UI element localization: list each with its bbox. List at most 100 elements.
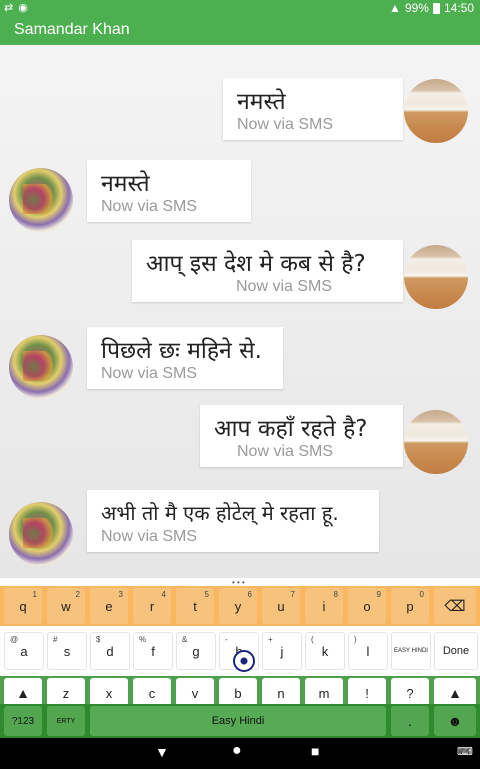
status-bar: ⇄ ◉ ▲ 99% 14:50 [0, 0, 480, 16]
key-label: Easy Hindi [211, 715, 265, 727]
key-label: k [321, 643, 329, 659]
key-label: u [277, 598, 285, 614]
home-icon[interactable]: ● [232, 742, 242, 760]
key-hint: $ [96, 635, 101, 644]
key-label: s [63, 643, 71, 659]
symbols-key[interactable]: ?123 [4, 706, 42, 736]
keyboard[interactable]: • • • q1 w2 e3 r4 t5 y6 u7 i8 o9 p0 ⌫ a @… [0, 578, 480, 738]
message-bubble[interactable]: आप कहाँ रहते है? Now via SMS [200, 405, 403, 467]
key-label: w [61, 598, 71, 614]
message-bubble[interactable]: आप् इस देश मे कब से है? Now via SMS [132, 240, 403, 302]
key-label: v [191, 685, 199, 701]
key-hint: 2 [75, 590, 80, 599]
keyboard-row-1: q1 w2 e3 r4 t5 y6 u7 i8 o9 p0 ⌫ [0, 586, 480, 626]
keyboard-switch-icon[interactable]: ⌨ [457, 745, 473, 758]
key-r[interactable]: r4 [133, 588, 171, 624]
key-label: d [106, 643, 114, 659]
key-label: y [234, 598, 242, 614]
key-k[interactable]: k( [305, 632, 345, 670]
key-label: l [366, 643, 370, 659]
message-received[interactable]: अभी तो मै एक होटेल् मे रहता हू. Now via … [0, 490, 480, 566]
my-avatar [404, 79, 468, 143]
message-list[interactable]: नमस्ते Now via SMS नमस्ते Now via SMS आप… [0, 45, 480, 578]
key-u[interactable]: u7 [262, 588, 300, 624]
easy-hindi-key[interactable]: EASY HINDI [391, 632, 431, 670]
backspace-key[interactable]: ⌫ [434, 588, 476, 624]
message-sent[interactable]: आप कहाँ रहते है? Now via SMS [0, 405, 480, 479]
key-o[interactable]: o9 [348, 588, 386, 624]
key-label: a [20, 643, 28, 659]
emoji-key[interactable]: ☻ [434, 706, 476, 736]
key-label: j [280, 643, 284, 659]
key-s[interactable]: s # [47, 632, 87, 670]
key-w[interactable]: w2 [47, 588, 85, 624]
message-text: पिछले छः महिने से. [101, 338, 262, 364]
emoji-icon: ☻ [447, 713, 463, 729]
key-i[interactable]: i8 [305, 588, 343, 624]
key-hint: 7 [290, 590, 295, 599]
message-bubble[interactable]: अभी तो मै एक होटेल् मे रहता हू. Now via … [87, 490, 379, 552]
key-hint: % [139, 635, 147, 644]
key-label: n [277, 685, 285, 701]
contact-avatar [9, 168, 73, 232]
contact-avatar [9, 335, 73, 399]
key-label: x [105, 685, 113, 701]
key-l[interactable]: l) [348, 632, 388, 670]
key-label: f [151, 643, 155, 659]
key-label: o [363, 598, 371, 614]
message-bubble[interactable]: नमस्ते Now via SMS [87, 160, 251, 222]
key-e[interactable]: e3 [90, 588, 128, 624]
key-label: c [148, 685, 156, 701]
period-key[interactable]: . [391, 706, 429, 736]
key-d[interactable]: d $ [90, 632, 130, 670]
message-bubble[interactable]: नमस्ते Now via SMS [223, 78, 403, 140]
message-sent[interactable]: आप् इस देश मे कब से है? Now via SMS [0, 240, 480, 314]
key-hint: @ [10, 635, 19, 644]
message-meta: Now via SMS [237, 443, 334, 460]
key-y[interactable]: y6 [219, 588, 257, 624]
contact-avatar [9, 502, 73, 566]
key-t[interactable]: t5 [176, 588, 214, 624]
battery-icon [432, 2, 440, 14]
space-key[interactable]: Easy Hindi [90, 706, 386, 736]
message-meta: Now via SMS [236, 278, 333, 295]
key-hint: 3 [118, 590, 123, 599]
key-label: Done [442, 645, 470, 657]
shift-icon: ▲ [16, 685, 30, 701]
key-hint: ) [354, 635, 357, 644]
contact-name[interactable]: Samandar Khan [14, 21, 130, 39]
key-hint: + [268, 635, 273, 644]
message-text: नमस्ते [101, 171, 150, 197]
status-right: ▲ 99% 14:50 [389, 1, 474, 15]
key-q[interactable]: q1 [4, 588, 42, 624]
done-key[interactable]: Done [434, 632, 478, 670]
message-bubble[interactable]: पिछले छः महिने से. Now via SMS [87, 327, 283, 389]
navigation-bar: ▼ ● ■ ⌨ [0, 738, 480, 769]
key-p[interactable]: p0 [391, 588, 429, 624]
message-sent[interactable]: नमस्ते Now via SMS [0, 78, 480, 152]
signal-icon: ▲ [389, 1, 401, 15]
key-f[interactable]: f% [133, 632, 173, 670]
key-hint: & [182, 635, 188, 644]
key-g[interactable]: g & [176, 632, 216, 670]
app-bar: Samandar Khan [0, 16, 480, 45]
key-hint: - [225, 635, 228, 644]
recents-icon[interactable]: ■ [311, 743, 319, 759]
message-received[interactable]: नमस्ते Now via SMS [0, 160, 480, 232]
message-meta: Now via SMS [101, 528, 198, 545]
key-hint: 4 [161, 590, 166, 599]
shift-icon: ▲ [448, 685, 462, 701]
key-a[interactable]: a @ [4, 632, 44, 670]
back-icon[interactable]: ▼ [155, 744, 169, 760]
key-hint: 5 [204, 590, 209, 599]
key-label: t [193, 598, 197, 614]
key-hint: 9 [376, 590, 381, 599]
layout-key[interactable]: ERTY [47, 706, 85, 736]
message-received[interactable]: पिछले छः महिने से. Now via SMS [0, 327, 480, 399]
backspace-icon: ⌫ [444, 598, 466, 615]
my-avatar [404, 410, 468, 474]
key-j[interactable]: j + [262, 632, 302, 670]
notification-icons: ⇄ ◉ [4, 2, 29, 14]
key-label: z [62, 685, 70, 701]
message-text: नमस्ते [237, 89, 286, 115]
